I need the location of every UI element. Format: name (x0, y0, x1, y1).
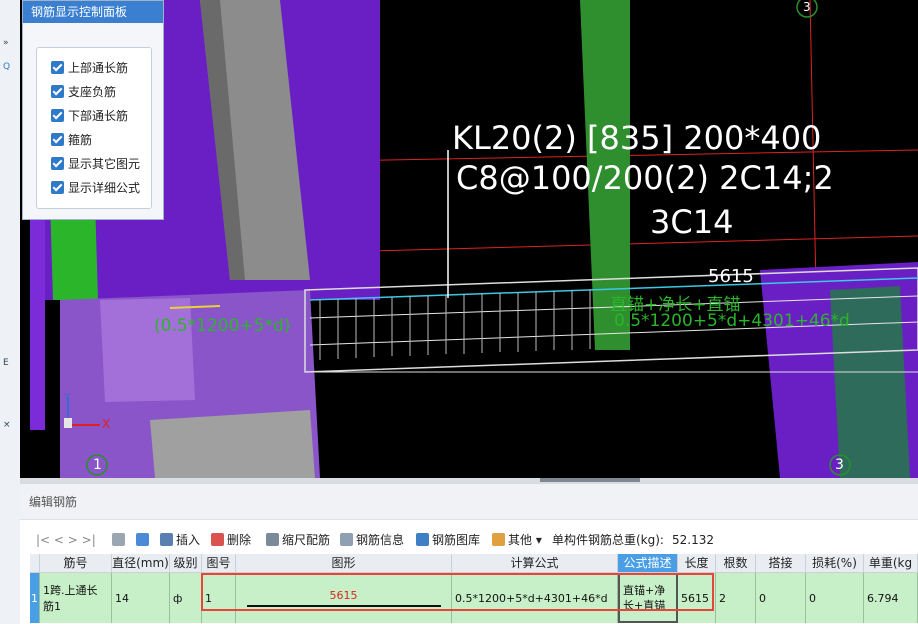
option-label: 箍筋 (68, 133, 93, 147)
option-label: 显示详细公式 (68, 181, 141, 195)
option-label: 显示其它图元 (68, 157, 141, 171)
cell-diameter[interactable]: 14 (112, 573, 170, 623)
delete-icon (211, 533, 224, 546)
expand-icon[interactable]: » (3, 38, 9, 48)
grey-base (150, 410, 315, 478)
axis-label-left: 1 (93, 457, 102, 473)
checkbox-icon[interactable] (51, 61, 64, 74)
checkbox-icon[interactable] (51, 133, 64, 146)
highlight-annotation-box (201, 573, 714, 611)
option-label: 上部通长筋 (68, 61, 129, 75)
axis-y-label: Y (64, 392, 71, 403)
record-nav-buttons[interactable]: |< < > >| (36, 532, 96, 548)
option-label: 支座负筋 (68, 85, 117, 99)
option-top-continuous[interactable]: 上部通长筋 (51, 60, 128, 76)
rebar-info-button[interactable]: 钢筋信息 (340, 532, 404, 548)
column-header[interactable]: 根数 (716, 554, 756, 573)
other-menu-button[interactable]: 其他 ▾ (492, 532, 542, 548)
stirrups (319, 290, 591, 360)
cell-grade[interactable]: ф (170, 573, 202, 623)
rebar-library-button[interactable]: 钢筋图库 (416, 532, 480, 548)
rebar-display-panel: 钢筋显示控制面板 上部通长筋 支座负筋 下部通长筋 箍筋 显示其它图元 显示详细… (22, 0, 164, 220)
info-label: 钢筋信息 (356, 533, 405, 547)
panel-title: 钢筋显示控制面板 (23, 1, 163, 23)
column-header[interactable]: 长度 (678, 554, 716, 573)
formula-left-label: (0.5*1200+5*d) (154, 316, 291, 336)
checkbox-icon[interactable] (51, 181, 64, 194)
cell-count[interactable]: 2 (716, 573, 756, 623)
insert-button[interactable]: 插入 (160, 532, 200, 548)
move-down-button[interactable] (136, 532, 152, 548)
column-header[interactable]: 单重(kg (864, 554, 918, 573)
checkbox-icon[interactable] (51, 109, 64, 122)
axis-origin (64, 418, 72, 428)
edit-rebar-panel: 编辑钢筋 |< < > >| 插入 删除 缩尺配筋 钢筋信息 钢筋图库 其他 ▾… (20, 484, 918, 624)
scale-rebar-button[interactable]: 缩尺配筋 (266, 532, 330, 548)
arrow-down-icon (136, 533, 149, 546)
row-index-header (30, 554, 40, 573)
rebar-toolbar: |< < > >| 插入 删除 缩尺配筋 钢筋信息 钢筋图库 其他 ▾ 单构件钢… (20, 528, 918, 552)
checkbox-icon[interactable] (51, 157, 64, 170)
document-icon (340, 533, 353, 546)
column-header[interactable]: 图形 (236, 554, 452, 573)
option-label: 下部通长筋 (68, 109, 129, 123)
beam-label-line1: KL20(2) [835] 200*400 (452, 119, 822, 157)
edit-rebar-title: 编辑钢筋 (20, 484, 918, 520)
search-icon[interactable]: Q (3, 62, 10, 72)
total-weight-label: 单构件钢筋总重(kg): (552, 533, 664, 547)
total-weight-value: 52.132 (672, 533, 714, 547)
cell-unit-weight[interactable]: 6.794 (864, 573, 918, 623)
cell-name[interactable]: 1跨.上通长筋1 (40, 573, 112, 623)
delete-button[interactable]: 删除 (211, 532, 251, 548)
insert-label: 插入 (176, 533, 201, 547)
library-icon (416, 533, 429, 546)
purple-block-face (100, 298, 195, 402)
ruler-icon (266, 533, 279, 546)
column-header[interactable]: 级别 (170, 554, 202, 573)
cell-loss[interactable]: 0 (806, 573, 864, 623)
panel-options: 上部通长筋 支座负筋 下部通长筋 箍筋 显示其它图元 显示详细公式 (36, 47, 152, 209)
left-side-strip: » Q E × (0, 0, 21, 624)
column-header[interactable]: 图号 (202, 554, 236, 573)
column-header[interactable]: 直径(mm) (112, 554, 170, 573)
arrow-up-icon (112, 533, 125, 546)
insert-icon (160, 533, 173, 546)
axis-label-top: 3 (803, 0, 811, 14)
beam-label-line3: 3C14 (650, 203, 734, 241)
library-label: 钢筋图库 (432, 533, 481, 547)
delete-label: 删除 (227, 533, 252, 547)
checkbox-icon[interactable] (51, 85, 64, 98)
cell-lap[interactable]: 0 (756, 573, 806, 623)
other-label: 其他 (508, 533, 533, 547)
option-bottom-continuous[interactable]: 下部通长筋 (51, 108, 128, 124)
option-support-negative[interactable]: 支座负筋 (51, 84, 116, 100)
scale-label: 缩尺配筋 (282, 533, 331, 547)
column-header[interactable]: 公式描述 (618, 554, 678, 573)
axis-x-label: X (102, 417, 111, 431)
option-detailed-formula[interactable]: 显示详细公式 (51, 180, 140, 196)
dim-length-label: 5615 (708, 266, 754, 287)
axis-label-bottom: 3 (835, 457, 844, 473)
beam-label-line2: C8@100/200(2) 2C14;2 (456, 159, 834, 197)
column-header[interactable]: 筋号 (40, 554, 112, 573)
splitter-grip[interactable] (540, 478, 640, 482)
column-header[interactable]: 搭接 (756, 554, 806, 573)
close-icon[interactable]: × (3, 420, 11, 430)
row-index[interactable]: 1 (30, 573, 40, 623)
column-header[interactable]: 损耗(%) (806, 554, 864, 573)
option-stirrups[interactable]: 箍筋 (51, 132, 92, 148)
column-header[interactable]: 计算公式 (452, 554, 618, 573)
option-other-elements[interactable]: 显示其它图元 (51, 156, 140, 172)
formula-right-label: 0.5*1200+5*d+4301+46*d (614, 311, 850, 331)
other-icon (492, 533, 505, 546)
move-up-button[interactable] (112, 532, 128, 548)
side-label-e: E (3, 358, 9, 368)
